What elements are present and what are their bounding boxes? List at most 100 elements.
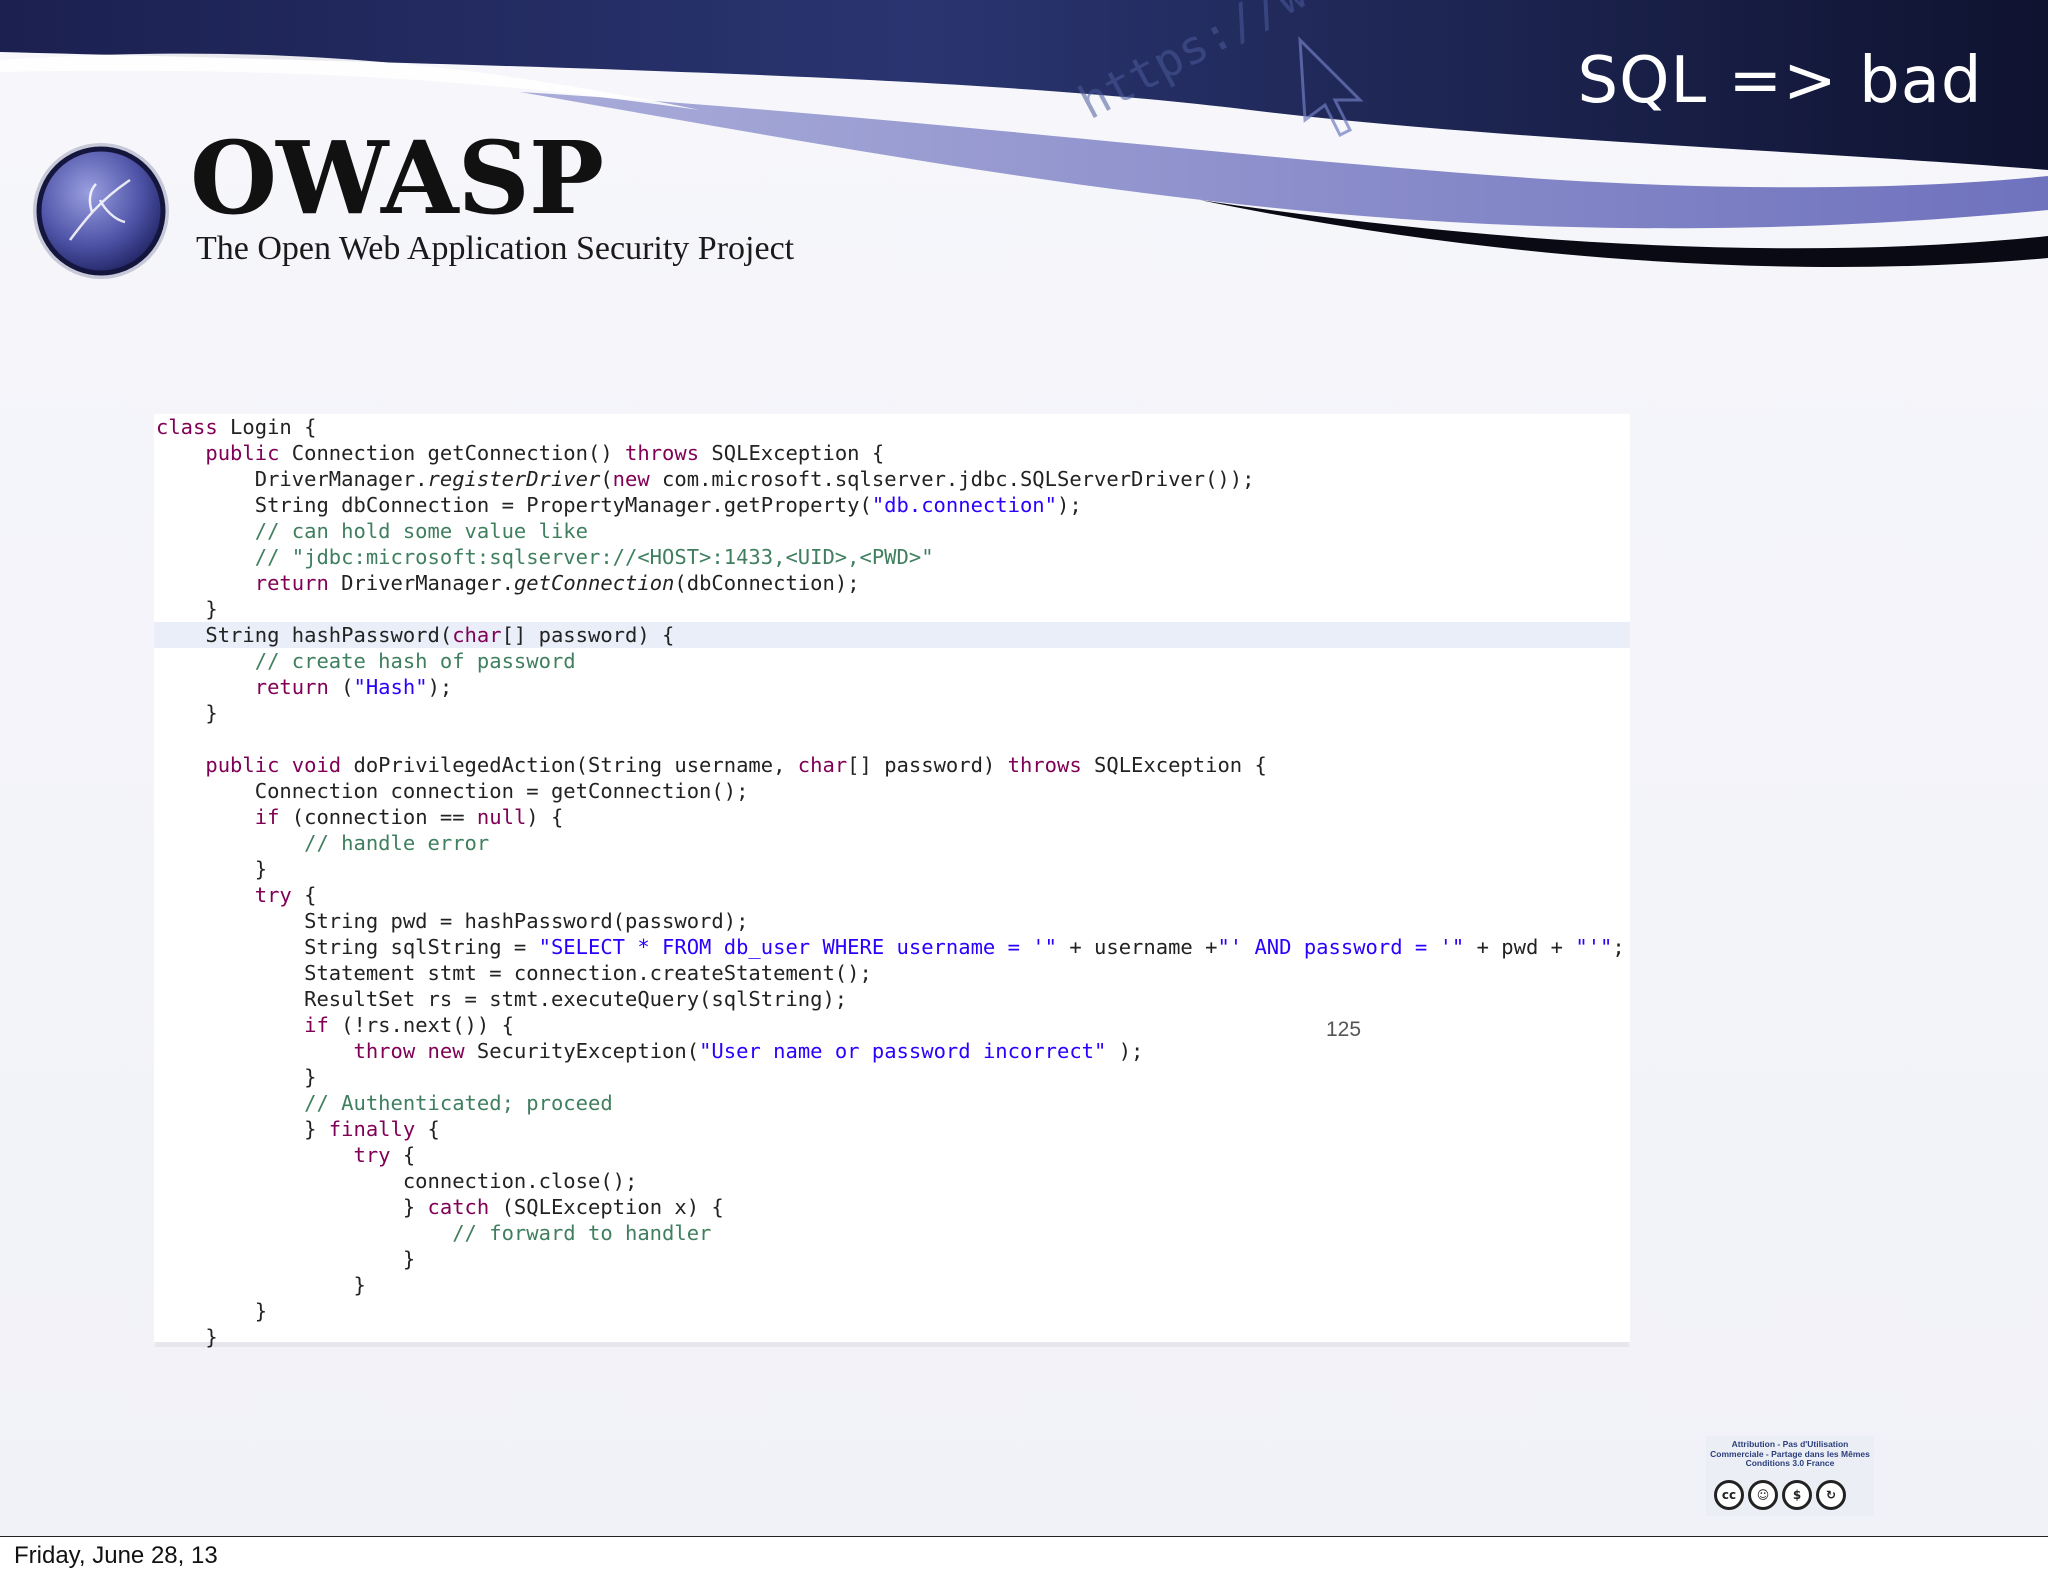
code-token: (dbConnection); bbox=[674, 571, 860, 595]
code-token: Statement stmt = connection.createStatem… bbox=[156, 961, 872, 985]
code-token: [] password) bbox=[847, 753, 1008, 777]
code-line: String dbConnection = PropertyManager.ge… bbox=[156, 492, 1082, 518]
code-token: if bbox=[304, 1013, 329, 1037]
license-icons: cc ☺ $ ↻ bbox=[1714, 1480, 1846, 1510]
code-token: DriverManager. bbox=[328, 571, 514, 595]
code-screenshot: class Login { public Connection getConne… bbox=[154, 414, 1630, 1349]
code-line: public void doPrivilegedAction(String us… bbox=[156, 752, 1267, 778]
code-line: } bbox=[156, 1298, 267, 1324]
code-token: } bbox=[156, 1273, 366, 1297]
code-line: class Login { bbox=[156, 414, 316, 440]
code-token: com.microsoft.sqlserver.jdbc.SQLServerDr… bbox=[649, 467, 1255, 491]
code-token: ( bbox=[600, 467, 613, 491]
code-token: Connection connection = getConnection(); bbox=[156, 779, 749, 803]
code-line: return DriverManager.getConnection(dbCon… bbox=[156, 570, 860, 596]
code-token: try bbox=[353, 1143, 391, 1167]
code-line: String hashPassword(char[] password) { bbox=[156, 622, 674, 648]
code-token: "SELECT * FROM db_user WHERE username = … bbox=[538, 935, 1057, 959]
code-line: } bbox=[156, 1272, 366, 1298]
code-token: ); bbox=[1106, 1039, 1144, 1063]
code-token: } bbox=[156, 1065, 317, 1089]
owasp-logo-icon bbox=[33, 143, 169, 279]
code-line: if (!rs.next()) { bbox=[156, 1012, 514, 1038]
code-token: Connection getConnection() bbox=[279, 441, 626, 465]
code-token: } bbox=[156, 701, 218, 725]
code-token: char bbox=[452, 623, 502, 647]
code-token: [] password) { bbox=[501, 623, 675, 647]
code-token: } bbox=[156, 1247, 416, 1271]
code-token: SecurityException( bbox=[464, 1039, 700, 1063]
code-token: registerDriver bbox=[427, 467, 601, 491]
code-token: ) { bbox=[526, 805, 564, 829]
code-line: try { bbox=[156, 882, 317, 908]
code-token: connection.close(); bbox=[156, 1169, 638, 1193]
code-line: connection.close(); bbox=[156, 1168, 638, 1194]
code-token: ; bbox=[1612, 935, 1625, 959]
code-token: String hashPassword( bbox=[156, 623, 453, 647]
code-token: public void bbox=[205, 753, 342, 777]
code-token: + pwd + bbox=[1464, 935, 1576, 959]
code-token: // handle error bbox=[156, 831, 490, 855]
code-token: String sqlString = bbox=[156, 935, 539, 959]
code-token: } bbox=[156, 1117, 329, 1141]
code-token: char bbox=[797, 753, 848, 777]
code-token: (SQLException x) { bbox=[489, 1195, 724, 1219]
cc-nc-icon: $ bbox=[1782, 1480, 1812, 1510]
code-line: Connection connection = getConnection(); bbox=[156, 778, 749, 804]
code-line: throw new SecurityException("User name o… bbox=[156, 1038, 1143, 1064]
code-token: try bbox=[254, 883, 292, 907]
code-token: ); bbox=[427, 675, 453, 699]
code-token: "db.connection" bbox=[871, 493, 1057, 517]
code-line: return ("Hash"); bbox=[156, 674, 453, 700]
code-token: throw new bbox=[353, 1039, 465, 1063]
page-number: 125 bbox=[1326, 1018, 1362, 1041]
code-line: } bbox=[156, 1246, 415, 1272]
code-line: } bbox=[156, 856, 267, 882]
code-token: } bbox=[156, 857, 268, 881]
cc-sa-icon: ↻ bbox=[1816, 1480, 1846, 1510]
code-token: (connection == bbox=[279, 805, 477, 829]
code-line: try { bbox=[156, 1142, 415, 1168]
code-token: doPrivilegedAction(String username, bbox=[341, 753, 798, 777]
code-line: // "jdbc:microsoft:sqlserver://<HOST>:14… bbox=[156, 544, 934, 570]
code-token: + username + bbox=[1056, 935, 1218, 959]
code-line: } bbox=[156, 1324, 218, 1350]
code-line: // Authenticated; proceed bbox=[156, 1090, 613, 1116]
code-token: SQLException { bbox=[699, 441, 885, 465]
code-token: "User name or password incorrect" bbox=[699, 1039, 1107, 1063]
code-token: SQLException { bbox=[1081, 753, 1267, 777]
code-token: if bbox=[254, 805, 280, 829]
code-line: } bbox=[156, 1064, 316, 1090]
code-token: throws bbox=[625, 441, 700, 465]
footer-date: Friday, June 28, 13 bbox=[14, 1542, 218, 1569]
code-line: ResultSet rs = stmt.executeQuery(sqlStri… bbox=[156, 986, 847, 1012]
code-token: ( bbox=[328, 675, 354, 699]
code-token: } bbox=[156, 1299, 268, 1323]
code-token: ); bbox=[1056, 493, 1082, 517]
code-line: String sqlString = "SELECT * FROM db_use… bbox=[156, 934, 1625, 960]
code-token: } bbox=[156, 1325, 218, 1349]
code-token: null bbox=[476, 805, 527, 829]
code-token: "Hash" bbox=[353, 675, 428, 699]
code-token: "' AND password = '" bbox=[1217, 935, 1465, 959]
owasp-subtitle: The Open Web Application Security Projec… bbox=[196, 230, 795, 267]
code-token: return bbox=[254, 675, 329, 699]
code-line: } catch (SQLException x) { bbox=[156, 1194, 724, 1220]
code-token: { bbox=[291, 883, 317, 907]
slide: https://www SQL => bad OWASP The Open We… bbox=[0, 0, 2048, 1536]
slide-title: SQL => bad bbox=[1577, 44, 1983, 118]
code-line: if (connection == null) { bbox=[156, 804, 564, 830]
code-token: // create hash of password bbox=[156, 649, 576, 673]
code-line: } bbox=[156, 700, 218, 726]
code-token: String pwd = hashPassword(password); bbox=[156, 909, 749, 933]
code-token: // forward to handler bbox=[156, 1221, 712, 1245]
code-token: ResultSet rs = stmt.executeQuery(sqlStri… bbox=[156, 987, 848, 1011]
